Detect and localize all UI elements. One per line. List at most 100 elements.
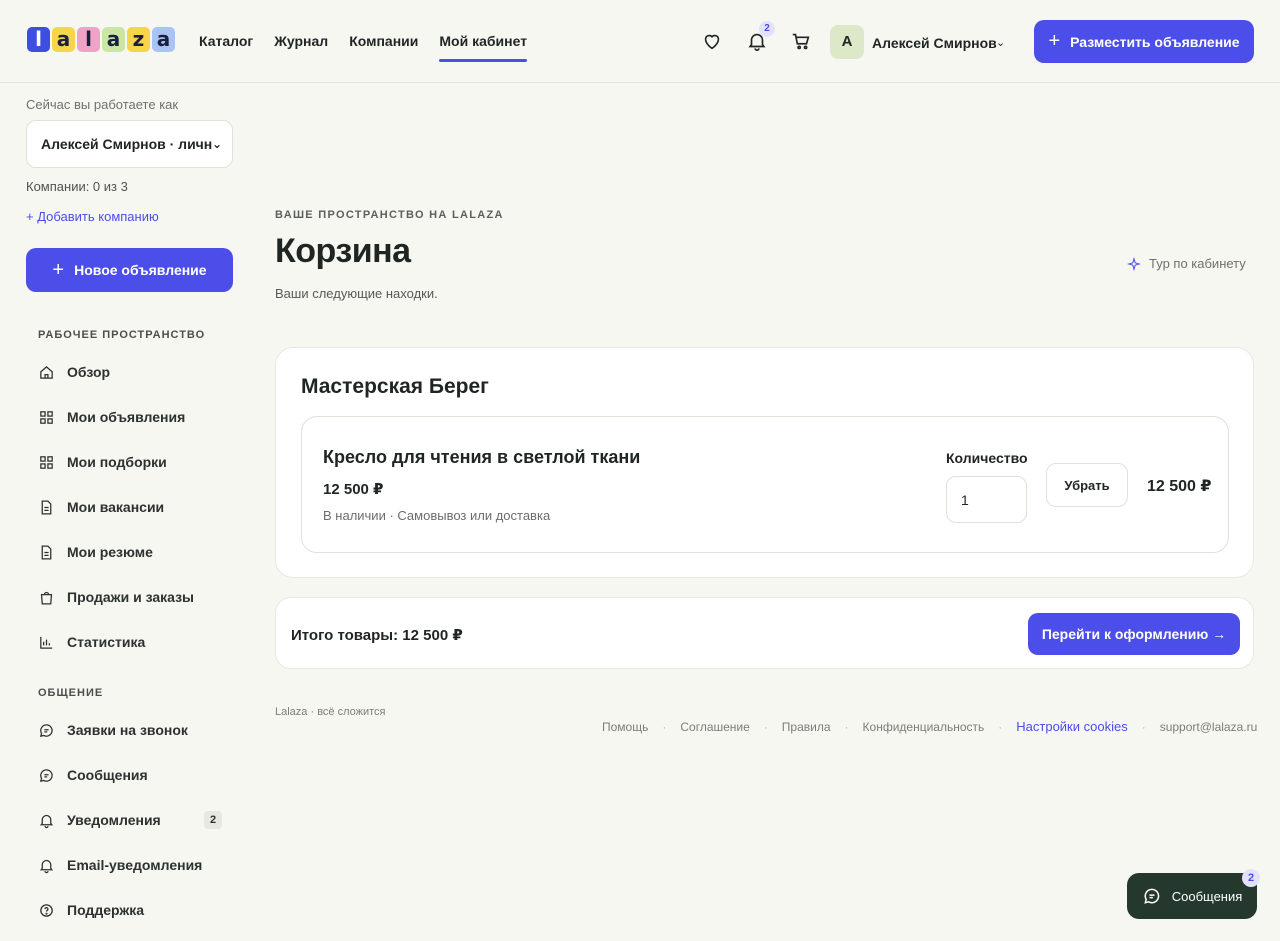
footer-link-rules[interactable]: Правила xyxy=(782,720,831,734)
communication-section-title: ОБЩЕНИЕ xyxy=(38,687,104,699)
chat-icon xyxy=(1144,888,1160,904)
sidebar-item-label: Мои вакансии xyxy=(67,499,165,515)
sidebar-item-label: Продажи и заказы xyxy=(67,589,195,605)
item-price: 12 500 ₽ xyxy=(323,481,384,498)
cart-total: Итого товары: 12 500 ₽ xyxy=(291,627,463,644)
cart-item: Кресло для чтения в светлой ткани 12 500… xyxy=(301,416,1229,553)
footer-link-help[interactable]: Помощь xyxy=(602,720,648,734)
logo-letter: z xyxy=(127,27,150,52)
notification-badge: 2 xyxy=(759,21,775,37)
sidebar-item-my-ads[interactable]: Мои объявления xyxy=(38,406,228,428)
account-select-value: Алексей Смирнов · личн xyxy=(41,136,213,152)
chevron-down-icon: ⌄ xyxy=(211,137,222,151)
sidebar-item-my-resumes[interactable]: Мои резюме xyxy=(38,541,228,563)
workspace-section-title: РАБОЧЕЕ ПРОСТРАНСТВО xyxy=(38,329,206,341)
sidebar-item-label: Заявки на звонок xyxy=(67,722,188,738)
sidebar-item-support[interactable]: Поддержка xyxy=(38,899,228,921)
nav-journal[interactable]: Журнал xyxy=(274,33,328,60)
logo-letter: l xyxy=(27,27,50,52)
top-header: lalaza Каталог Журнал Компании Мой кабин… xyxy=(0,0,1280,83)
grid-icon xyxy=(40,410,53,424)
sidebar-item-label: Мои подборки xyxy=(67,454,167,470)
sidebar-item-call-requests[interactable]: Заявки на звонок xyxy=(38,719,228,741)
sidebar-item-sales-orders[interactable]: Продажи и заказы xyxy=(38,586,228,608)
quantity-label: Количество xyxy=(946,450,1028,466)
sidebar-item-label: Обзор xyxy=(67,364,111,380)
add-company-link[interactable]: + Добавить компанию xyxy=(26,209,159,224)
main-nav: Каталог Журнал Компании Мой кабинет xyxy=(199,33,527,62)
footer-separator: · xyxy=(998,719,1003,734)
messages-fab-badge: 2 xyxy=(1242,869,1260,887)
sidebar-item-notifications[interactable]: Уведомления 2 xyxy=(38,809,228,831)
chevron-down-icon[interactable]: ⌄ xyxy=(996,36,1005,49)
footer-separator: · xyxy=(763,719,768,734)
footer-brand: Lalaza · всё сложится xyxy=(275,706,386,718)
footer-support-email[interactable]: support@lalaza.ru xyxy=(1160,720,1258,734)
grid-icon xyxy=(40,455,53,469)
sidebar-item-my-vacancies[interactable]: Мои вакансии xyxy=(38,496,228,518)
companies-count: Компании: 0 из 3 xyxy=(26,179,128,194)
help-icon xyxy=(40,903,53,917)
checkout-button[interactable]: Перейти к оформлению → xyxy=(1028,613,1240,655)
sidebar-item-label: Уведомления xyxy=(67,812,161,828)
footer-link-agreement[interactable]: Соглашение xyxy=(680,720,749,734)
cart-total-card: Итого товары: 12 500 ₽ Перейти к оформле… xyxy=(275,597,1254,669)
item-meta: В наличии · Самовывоз или доставка xyxy=(323,508,551,523)
footer-link-privacy[interactable]: Конфиденциальность xyxy=(863,720,985,734)
sidebar-item-messages[interactable]: Сообщения xyxy=(38,764,228,786)
footer-separator: · xyxy=(662,719,667,734)
bag-icon xyxy=(40,591,53,605)
seller-name[interactable]: Мастерская Берег xyxy=(301,375,489,399)
logo-letter: l xyxy=(77,27,100,52)
lalaza-logo[interactable]: lalaza xyxy=(27,27,175,52)
new-ad-button[interactable]: + Новое объявление xyxy=(26,248,233,292)
chat-icon xyxy=(39,723,53,737)
remove-item-button[interactable]: Убрать xyxy=(1046,463,1128,507)
sidebar-item-my-collections[interactable]: Мои подборки xyxy=(38,451,228,473)
nav-my-cabinet[interactable]: Мой кабинет xyxy=(439,33,527,62)
sidebar-item-overview[interactable]: Обзор xyxy=(38,361,228,383)
notifications-count-badge: 2 xyxy=(204,811,222,829)
logo-letter: a xyxy=(52,27,75,52)
avatar[interactable]: А xyxy=(830,25,864,59)
user-name[interactable]: Алексей Смирнов xyxy=(872,35,997,51)
footer-link-cookies[interactable]: Настройки cookies xyxy=(1016,719,1127,734)
messages-fab[interactable]: Сообщения xyxy=(1127,873,1257,919)
bell-icon xyxy=(39,814,54,828)
sidebar-item-statistics[interactable]: Статистика xyxy=(38,631,228,653)
account-select[interactable]: Алексей Смирнов · личн ⌄ xyxy=(26,120,233,168)
nav-companies[interactable]: Компании xyxy=(349,33,418,60)
chat-icon xyxy=(39,768,53,782)
footer-links: Помощь · Соглашение · Правила · Конфиден… xyxy=(602,719,1257,734)
sidebar-item-label: Email-уведомления xyxy=(67,857,203,873)
heart-icon[interactable] xyxy=(701,30,723,52)
nav-catalog[interactable]: Каталог xyxy=(199,33,253,60)
chart-icon xyxy=(40,636,53,649)
cart-icon[interactable] xyxy=(790,30,812,52)
sidebar-item-label: Поддержка xyxy=(67,902,145,918)
plus-icon: + xyxy=(1048,30,1061,52)
new-ad-label: Новое объявление xyxy=(74,262,207,278)
footer-separator: · xyxy=(844,719,849,734)
item-title[interactable]: Кресло для чтения в светлой ткани xyxy=(323,447,640,468)
quantity-input[interactable] xyxy=(946,476,1027,523)
logo-letter: a xyxy=(102,27,125,52)
seller-cart-card: Мастерская Берег Кресло для чтения в све… xyxy=(275,347,1254,578)
post-ad-button[interactable]: + Разместить объявление xyxy=(1034,20,1254,63)
tour-link[interactable]: Тур по кабинету xyxy=(1127,256,1246,271)
page-title: Корзина xyxy=(275,232,411,270)
tour-link-label: Тур по кабинету xyxy=(1149,256,1246,271)
bell-icon xyxy=(39,859,54,873)
sidebar-item-label: Сообщения xyxy=(67,767,148,783)
post-ad-label: Разместить объявление xyxy=(1070,33,1240,50)
page-subtitle: Ваши следующие находки. xyxy=(275,286,438,301)
messages-fab-label: Сообщения xyxy=(1171,888,1243,904)
home-icon xyxy=(40,365,53,379)
document-icon xyxy=(41,544,52,560)
sidebar-item-label: Мои резюме xyxy=(67,544,153,560)
sidebar-item-email-notifications[interactable]: Email-уведомления xyxy=(38,854,228,876)
footer-separator: · xyxy=(1141,719,1146,734)
line-total: 12 500 ₽ xyxy=(1147,478,1212,495)
logo-letter: a xyxy=(152,27,175,52)
plus-icon: + xyxy=(52,258,65,281)
